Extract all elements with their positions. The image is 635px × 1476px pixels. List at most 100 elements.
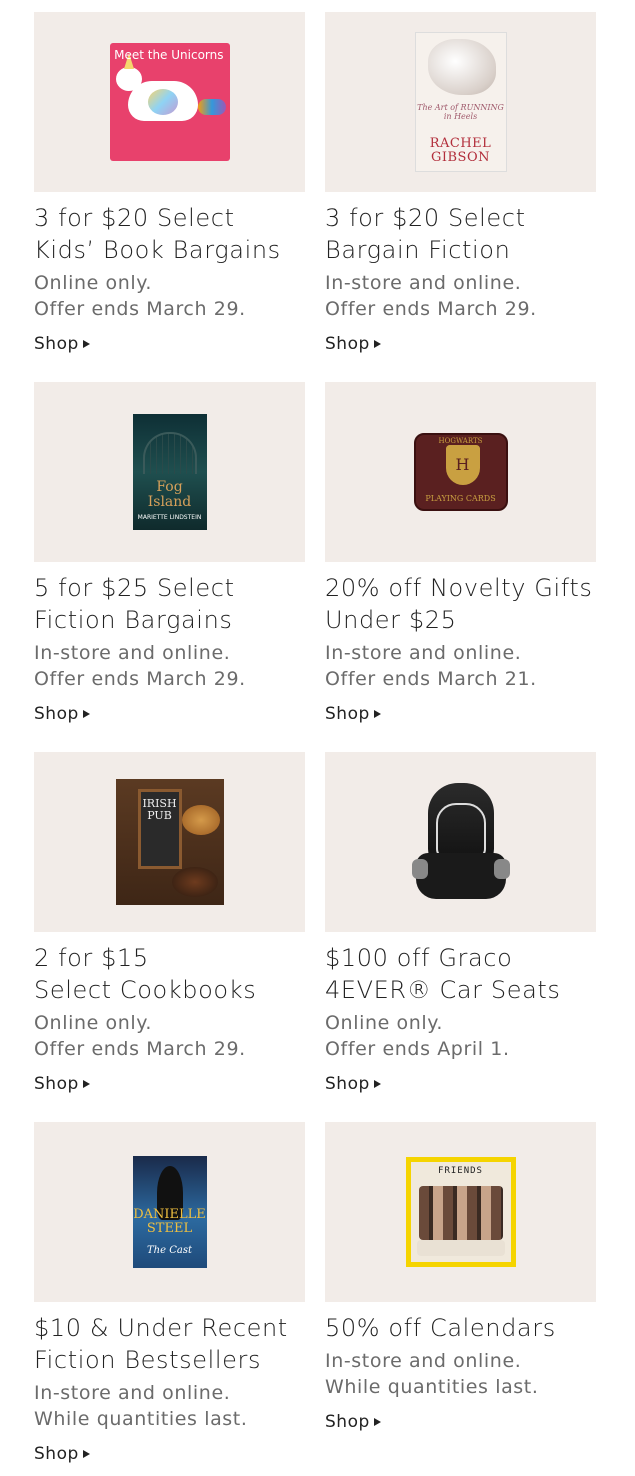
promo-image-frame[interactable]: IRISH PUB <box>34 752 305 932</box>
shop-label: Shop <box>325 334 370 354</box>
promo-title-line: 2 for $15 <box>34 944 149 972</box>
shop-label: Shop <box>34 1074 79 1094</box>
promo-title-line: 4EVER® Car Seats <box>325 976 561 1004</box>
book-cover-fog-island: Fog Island MARIETTE LINDSTEIN <box>132 414 207 530</box>
promo-end-date: Offer ends April 1. <box>325 1038 510 1060</box>
promo-card-fiction-bestsellers[interactable]: DANIELLE STEEL The Cast $10 & Under Rece… <box>34 1122 305 1464</box>
promo-card-cookbooks[interactable]: IRISH PUB 2 for $15 Select Cookbooks Onl… <box>34 752 305 1094</box>
promo-title-line: Fiction Bestsellers <box>34 1346 262 1374</box>
promo-details: In-store and online. Offer ends March 29… <box>325 270 596 322</box>
shop-label: Shop <box>34 1444 79 1464</box>
promo-title-line: $10 & Under Recent <box>34 1314 288 1342</box>
promo-title-line: Under $25 <box>325 606 457 634</box>
promo-availability: In-store and online. <box>34 1382 231 1404</box>
shop-label: Shop <box>325 1074 370 1094</box>
promo-image-frame[interactable] <box>325 752 596 932</box>
promo-availability: In-store and online. <box>325 642 522 664</box>
promo-card-novelty-gifts[interactable]: HOGWARTS PLAYING CARDS 20% off Novelty G… <box>325 382 596 724</box>
promo-details: In-store and online. While quantities la… <box>325 1348 596 1400</box>
promo-title-line: 3 for $20 Select <box>34 204 235 232</box>
promo-title-line: 50% off Calendars <box>325 1314 556 1342</box>
play-arrow-icon <box>82 1080 90 1088</box>
book-cover-the-cast: DANIELLE STEEL The Cast <box>132 1156 207 1268</box>
shop-link[interactable]: Shop <box>325 334 381 354</box>
play-arrow-icon <box>373 1418 381 1426</box>
promo-details: Online only. Offer ends April 1. <box>325 1010 596 1062</box>
product-title: FRIENDS <box>438 1166 483 1176</box>
promo-availability: In-store and online. <box>325 272 522 294</box>
play-arrow-icon <box>373 340 381 348</box>
promo-title: 3 for $20 Select Kids’ Book Bargains <box>34 202 305 266</box>
shop-link[interactable]: Shop <box>325 1074 381 1094</box>
product-hogwarts-playing-cards: HOGWARTS PLAYING CARDS <box>413 433 508 511</box>
promo-end-date: While quantities last. <box>34 1408 248 1430</box>
promo-end-date: Offer ends March 29. <box>34 298 246 320</box>
play-arrow-icon <box>82 710 90 718</box>
promo-image-frame[interactable]: DANIELLE STEEL The Cast <box>34 1122 305 1302</box>
shop-link[interactable]: Shop <box>34 1074 90 1094</box>
product-friends-calendar: FRIENDS <box>405 1157 516 1267</box>
promo-title: 20% off Novelty Gifts Under $25 <box>325 572 596 636</box>
cover-title: The Cast <box>147 1245 192 1256</box>
cover-title: The Art of RUNNING in Heels <box>417 103 504 121</box>
book-cover-irish-pub: IRISH PUB <box>115 779 224 905</box>
promo-title: 3 for $20 Select Bargain Fiction <box>325 202 596 266</box>
shop-label: Shop <box>34 334 79 354</box>
book-cover-art-of-running-in-heels: The Art of RUNNING in Heels RACHEL GIBSO… <box>414 32 507 172</box>
promo-image-frame[interactable]: HOGWARTS PLAYING CARDS <box>325 382 596 562</box>
promo-title-line: 3 for $20 Select <box>325 204 526 232</box>
promo-end-date: While quantities last. <box>325 1376 539 1398</box>
cover-author: RACHEL GIBSON <box>429 136 492 165</box>
promo-availability: Online only. <box>34 272 153 294</box>
promo-title: $100 off Graco 4EVER® Car Seats <box>325 942 596 1006</box>
cover-author: MARIETTE LINDSTEIN <box>137 514 202 521</box>
promo-end-date: Offer ends March 29. <box>34 668 246 690</box>
play-arrow-icon <box>373 1080 381 1088</box>
promo-title-line: Select Cookbooks <box>34 976 257 1004</box>
promo-image-frame[interactable]: The Art of RUNNING in Heels RACHEL GIBSO… <box>325 12 596 192</box>
cover-title: IRISH PUB <box>142 797 177 822</box>
promo-image-frame[interactable]: Fog Island MARIETTE LINDSTEIN <box>34 382 305 562</box>
shop-label: Shop <box>325 1412 370 1432</box>
promo-card-calendars[interactable]: FRIENDS 50% off Calendars In-store and o… <box>325 1122 596 1432</box>
product-brand: HOGWARTS <box>438 437 483 445</box>
shop-label: Shop <box>34 704 79 724</box>
product-graco-car-seat <box>411 783 510 901</box>
promo-title-line: $100 off Graco <box>325 944 513 972</box>
play-arrow-icon <box>82 1450 90 1458</box>
promo-card-fiction-bargains[interactable]: Fog Island MARIETTE LINDSTEIN 5 for $25 … <box>34 382 305 724</box>
shop-label: Shop <box>325 704 370 724</box>
promo-title: 5 for $25 Select Fiction Bargains <box>34 572 305 636</box>
promo-end-date: Offer ends March 29. <box>325 298 537 320</box>
promo-availability: Online only. <box>325 1012 444 1034</box>
promo-title-line: 5 for $25 Select <box>34 574 235 602</box>
product-label: PLAYING CARDS <box>425 494 496 503</box>
promo-title: $10 & Under Recent Fiction Bestsellers <box>34 1312 305 1376</box>
promo-title-line: Fiction Bargains <box>34 606 233 634</box>
promo-title: 50% off Calendars <box>325 1312 596 1344</box>
shop-link[interactable]: Shop <box>325 704 381 724</box>
shop-link[interactable]: Shop <box>34 704 90 724</box>
promo-details: Online only. Offer ends March 29. <box>34 270 305 322</box>
promo-end-date: Offer ends March 29. <box>34 1038 246 1060</box>
promo-details: Online only. Offer ends March 29. <box>34 1010 305 1062</box>
shop-link[interactable]: Shop <box>34 334 90 354</box>
promo-title-line: Kids’ Book Bargains <box>34 236 281 264</box>
promo-availability: Online only. <box>34 1012 153 1034</box>
play-arrow-icon <box>373 710 381 718</box>
promo-details: In-store and online. Offer ends March 29… <box>34 640 305 692</box>
promo-image-frame[interactable]: FRIENDS <box>325 1122 596 1302</box>
shop-link[interactable]: Shop <box>34 1444 90 1464</box>
promo-card-kids-books[interactable]: Meet the Unicorns 3 for $20 Select Kids’… <box>34 12 305 354</box>
promo-end-date: Offer ends March 21. <box>325 668 537 690</box>
shop-link[interactable]: Shop <box>325 1412 381 1432</box>
promo-image-frame[interactable]: Meet the Unicorns <box>34 12 305 192</box>
promo-title: 2 for $15 Select Cookbooks <box>34 942 305 1006</box>
promo-card-bargain-fiction[interactable]: The Art of RUNNING in Heels RACHEL GIBSO… <box>325 12 596 354</box>
cover-title: Fog Island <box>147 479 192 510</box>
cover-title: Meet the Unicorns <box>114 48 224 62</box>
promo-title-line: 20% off Novelty Gifts <box>325 574 593 602</box>
promo-card-car-seats[interactable]: $100 off Graco 4EVER® Car Seats Online o… <box>325 752 596 1094</box>
promo-title-line: Bargain Fiction <box>325 236 511 264</box>
promo-availability: In-store and online. <box>34 642 231 664</box>
